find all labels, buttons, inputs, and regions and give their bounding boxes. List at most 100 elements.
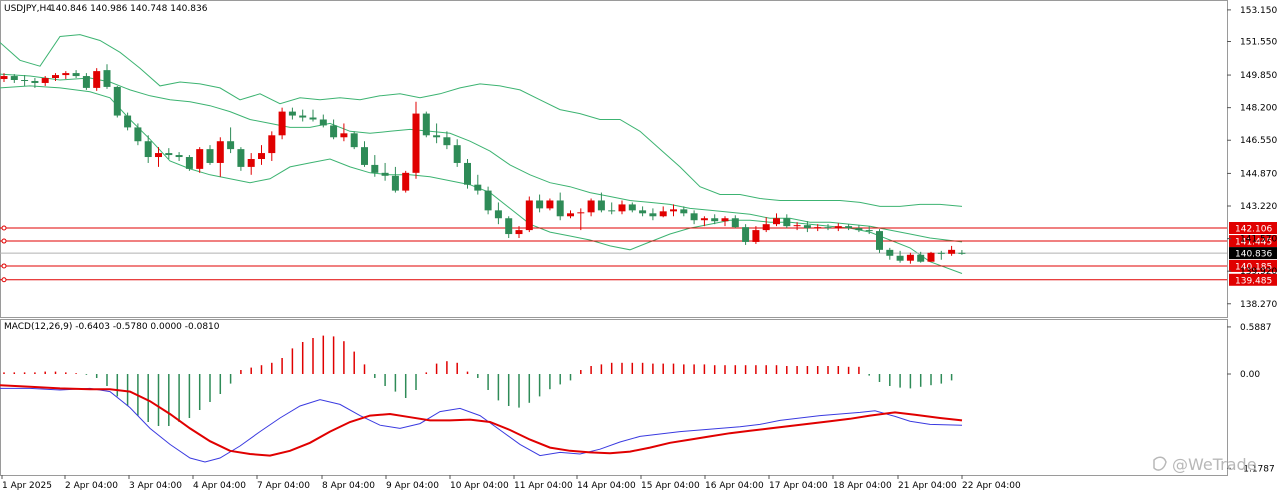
bear-candle	[597, 200, 605, 211]
bull-candle	[618, 204, 626, 212]
bear-candle	[443, 137, 451, 146]
bear-candle	[330, 125, 338, 138]
bear-candle	[464, 162, 471, 185]
bull-candle	[752, 230, 760, 242]
bear-candle	[175, 155, 183, 158]
level-handle	[1, 225, 7, 231]
time-tick-label: 17 Apr 04:00	[769, 481, 828, 491]
bull-candle	[814, 227, 822, 229]
symbol-title: USDJPY,H4	[4, 4, 52, 14]
macd-label: MACD(12,26,9) -0.6403 -0.5780 0.0000 -0.…	[4, 322, 220, 332]
bear-candle	[21, 80, 29, 81]
time-tick-label: 21 Apr 04:00	[898, 481, 957, 491]
bear-candle	[803, 225, 811, 229]
bull-candle	[515, 230, 523, 235]
bear-candle	[309, 117, 317, 120]
bear-candle	[608, 210, 616, 212]
price-tick-label: 151.550	[1240, 37, 1277, 47]
bear-candle	[731, 218, 739, 228]
bear-candle	[876, 231, 883, 250]
time-tick-label: 16 Apr 04:00	[705, 481, 764, 491]
time-tick-label: 1 Apr 2025	[2, 481, 52, 491]
time-tick-label: 10 Apr 04:00	[450, 481, 509, 491]
bear-candle	[319, 119, 327, 126]
price-tick-label: 141.570	[1240, 235, 1277, 245]
bull-candle	[834, 226, 842, 229]
bear-candle	[896, 255, 904, 261]
bear-candle	[937, 252, 945, 254]
chart-window: 142.106 141.445 140.185 139.485 140.836 153.…	[0, 0, 1280, 492]
bull-candle	[577, 212, 585, 214]
bull-candle	[196, 149, 204, 169]
bear-candle	[422, 113, 430, 136]
price-tick-label: 143.220	[1240, 202, 1277, 212]
price-tick-label: 144.870	[1240, 169, 1277, 179]
time-tick-label: 7 Apr 04:00	[257, 481, 310, 491]
bear-candle	[72, 73, 80, 77]
bull-candle	[62, 73, 70, 76]
bear-candle	[824, 227, 832, 229]
bear-candle	[31, 80, 39, 83]
bull-candle	[773, 218, 780, 225]
bull-candle	[948, 249, 956, 254]
bear-candle	[237, 149, 245, 167]
bull-candle	[41, 78, 49, 83]
bear-candle	[185, 157, 193, 169]
bear-candle	[536, 200, 544, 209]
bear-candle	[484, 190, 492, 211]
bear-candle	[134, 127, 142, 142]
bear-candle	[144, 141, 152, 158]
bull-candle	[762, 224, 770, 231]
bear-candle	[299, 115, 307, 118]
bear-candle	[628, 204, 636, 211]
level-handle	[1, 238, 7, 244]
bull-candle	[268, 135, 276, 154]
bear-candle	[494, 210, 502, 219]
price-tick-label: 149.850	[1240, 71, 1277, 81]
bear-candle	[350, 133, 358, 148]
bull-candle	[670, 209, 677, 212]
price-tick-label: 153.150	[1240, 6, 1277, 16]
current-price-label: 140.836	[1235, 250, 1272, 260]
time-tick-label: 18 Apr 04:00	[833, 481, 892, 491]
ohlc-header: 140.846 140.986 140.748 140.836	[50, 4, 208, 14]
time-tick-label: 22 Apr 04:00	[962, 481, 1021, 491]
bear-candle	[453, 145, 461, 163]
chart-canvas: 142.106141.445140.185139.485140.836 153.…	[0, 0, 1280, 492]
time-tick-label: 11 Apr 04:00	[514, 481, 573, 491]
bear-candle	[742, 227, 750, 242]
bull-candle	[155, 153, 162, 158]
level-handle	[1, 263, 7, 269]
bull-candle	[525, 200, 533, 231]
macd-tick-label: 0.00	[1240, 370, 1260, 380]
bear-candle	[958, 252, 966, 254]
bear-candle	[505, 218, 513, 235]
bull-candle	[906, 254, 914, 261]
bear-candle	[917, 254, 925, 262]
bear-candle	[680, 209, 688, 214]
bear-candle	[783, 218, 791, 227]
bull-candle	[587, 200, 595, 213]
bull-candle	[721, 218, 729, 222]
bear-candle	[103, 70, 111, 87]
bull-candle	[700, 218, 708, 221]
bear-candle	[865, 230, 873, 232]
bull-candle	[247, 159, 255, 167]
bull-candle	[93, 71, 101, 88]
bull-candle	[567, 213, 574, 217]
bull-candle	[402, 172, 410, 191]
bear-candle	[391, 175, 399, 191]
price-tick-label: 139.920	[1240, 267, 1277, 277]
bull-candle	[340, 133, 348, 138]
bear-candle	[227, 141, 235, 150]
time-tick-label: 9 Apr 04:00	[386, 481, 439, 491]
time-tick-label: 2 Apr 04:00	[65, 481, 118, 491]
bear-candle	[433, 135, 441, 138]
bear-candle	[886, 249, 894, 256]
time-tick-label: 14 Apr 04:00	[577, 481, 636, 491]
bull-candle	[278, 111, 286, 136]
bull-candle	[927, 252, 935, 262]
price-tick-label: 148.200	[1240, 104, 1277, 114]
bear-candle	[288, 111, 296, 116]
bear-candle	[206, 149, 214, 163]
